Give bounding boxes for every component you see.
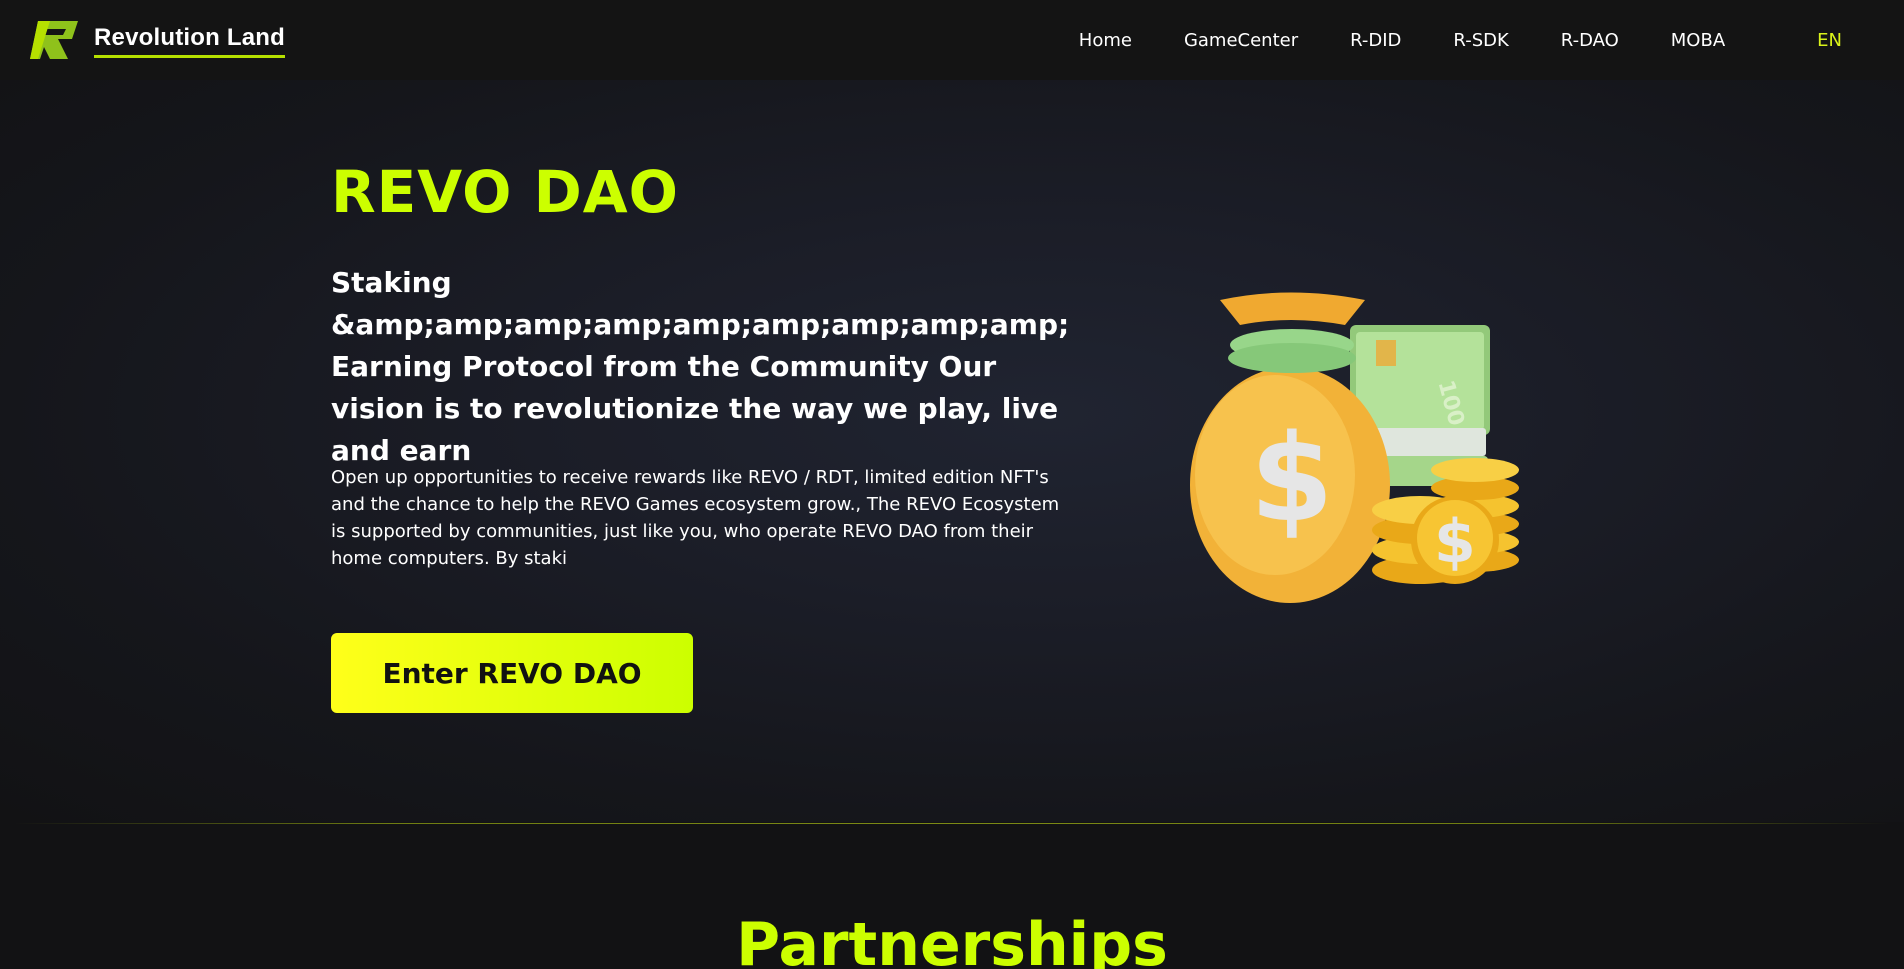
- hero-description: Open up opportunities to receive rewards…: [331, 467, 1060, 569]
- logo-r-icon: [30, 21, 78, 59]
- svg-text:$: $: [1250, 410, 1334, 549]
- money-bag-coins-icon: 100 $ $: [1190, 292, 1519, 603]
- hero-section: REVO DAO Staking &amp;amp;amp;amp;amp;am…: [0, 80, 1904, 822]
- partnerships-title: Partnerships: [736, 910, 1168, 969]
- section-divider: [14, 823, 1890, 824]
- nav-gamecenter[interactable]: GameCenter: [1184, 30, 1298, 51]
- nav-home[interactable]: Home: [1079, 30, 1132, 51]
- main-nav: Home GameCenter R-DID R-SDK R-DAO MOBA E…: [1079, 0, 1904, 80]
- brand-logo[interactable]: Revolution Land: [28, 17, 285, 63]
- enter-revo-dao-button[interactable]: Enter REVO DAO: [331, 633, 693, 713]
- svg-text:$: $: [1434, 507, 1476, 577]
- nav-r-did[interactable]: R-DID: [1350, 30, 1401, 51]
- nav-r-sdk[interactable]: R-SDK: [1453, 30, 1508, 51]
- site-header: Revolution Land Home GameCenter R-DID R-…: [0, 0, 1904, 80]
- language-switch[interactable]: EN: [1817, 30, 1842, 51]
- nav-moba[interactable]: MOBA: [1671, 30, 1725, 51]
- hero-title: REVO DAO: [331, 158, 679, 226]
- nav-r-dao[interactable]: R-DAO: [1561, 30, 1619, 51]
- hero-subtitle: Staking &amp;amp;amp;amp;amp;amp;amp;amp…: [331, 266, 1070, 467]
- page: Revolution Land Home GameCenter R-DID R-…: [0, 0, 1904, 969]
- brand-name: Revolution Land: [94, 24, 285, 58]
